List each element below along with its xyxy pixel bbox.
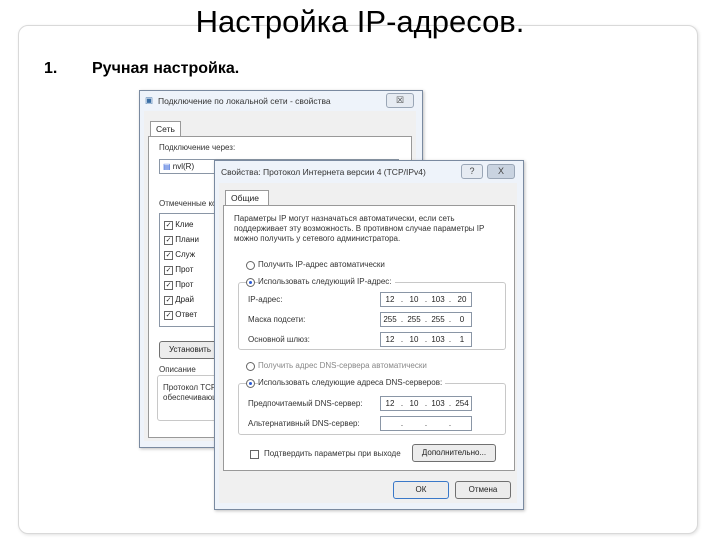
close-icon[interactable]: ☒ bbox=[386, 93, 414, 108]
tab-panel: Параметры IP могут назначаться автоматич… bbox=[223, 205, 515, 471]
list-item[interactable]: ✓ Прот bbox=[164, 278, 193, 291]
validate-checkbox[interactable] bbox=[250, 450, 259, 459]
window-title: Подключение по локальной сети - свойства bbox=[158, 96, 331, 106]
ip-auto-radio[interactable] bbox=[246, 261, 255, 270]
dns-auto-radio[interactable] bbox=[246, 362, 255, 371]
ok-button[interactable]: ОК bbox=[393, 481, 449, 499]
close-icon[interactable]: X bbox=[487, 164, 515, 179]
ip-manual-radio[interactable] bbox=[246, 278, 255, 287]
gateway-label: Основной шлюз: bbox=[248, 335, 310, 344]
cancel-button[interactable]: Отмена bbox=[455, 481, 511, 499]
ip-address-label: IP-адрес: bbox=[248, 295, 283, 304]
list-number: 1. bbox=[44, 60, 58, 77]
ip-address-input[interactable]: 12. 10. 103. 20 bbox=[380, 292, 472, 307]
list-item[interactable]: ✓ Прот bbox=[164, 263, 193, 276]
dns-manual-radio[interactable] bbox=[246, 379, 255, 388]
window-body: Общие Параметры IP могут назначаться авт… bbox=[219, 183, 517, 503]
validate-label[interactable]: Подтвердить параметры при выходе bbox=[264, 449, 401, 458]
dns-preferred-input[interactable]: 12. 10. 103. 254 bbox=[380, 396, 472, 411]
window-icon: ▣ bbox=[145, 95, 154, 105]
list-item[interactable]: ✓ Служ bbox=[164, 248, 195, 261]
dns-alternate-input[interactable]: ... bbox=[380, 416, 472, 431]
description-label: Описание bbox=[159, 365, 196, 374]
checkbox[interactable]: ✓ bbox=[164, 281, 173, 290]
checkbox[interactable]: ✓ bbox=[164, 296, 173, 305]
dns-manual-label[interactable]: Использовать следующие адреса DNS-сервер… bbox=[258, 378, 446, 387]
ip-auto-label[interactable]: Получить IP-адрес автоматически bbox=[258, 260, 385, 269]
dns-auto-label[interactable]: Получить адрес DNS-сервера автоматически bbox=[258, 361, 427, 370]
checkbox[interactable]: ✓ bbox=[164, 236, 173, 245]
connect-using-label: Подключение через: bbox=[159, 143, 236, 152]
tab-network[interactable]: Сеть bbox=[150, 121, 181, 136]
install-button[interactable]: Установить bbox=[159, 341, 221, 359]
subnet-mask-input[interactable]: 255. 255. 255. 0 bbox=[380, 312, 472, 327]
slide-title: Настройка IP-адресов. bbox=[195, 4, 525, 39]
gateway-input[interactable]: 12. 10. 103. 1 bbox=[380, 332, 472, 347]
list-item[interactable]: ✓ Плани bbox=[164, 233, 199, 246]
list-item[interactable]: ✓ Драй bbox=[164, 293, 194, 306]
dns-preferred-label: Предпочитаемый DNS-сервер: bbox=[248, 399, 363, 408]
ipv4-properties-window: Свойства: Протокол Интернета версии 4 (T… bbox=[214, 160, 524, 510]
help-icon[interactable]: ? bbox=[461, 164, 483, 179]
checkbox[interactable]: ✓ bbox=[164, 311, 173, 320]
list-item-text: Ручная настройка. bbox=[92, 60, 240, 77]
list-item[interactable]: ✓ Ответ bbox=[164, 308, 197, 321]
tab-general[interactable]: Общие bbox=[225, 190, 269, 205]
window-title: Свойства: Протокол Интернета версии 4 (T… bbox=[221, 167, 426, 177]
checkbox[interactable]: ✓ bbox=[164, 251, 173, 260]
list-item[interactable]: ✓ Клие bbox=[164, 218, 193, 231]
intro-text: Параметры IP могут назначаться автоматич… bbox=[234, 214, 485, 243]
checkbox[interactable]: ✓ bbox=[164, 221, 173, 230]
advanced-button[interactable]: Дополнительно... bbox=[412, 444, 496, 462]
subnet-mask-label: Маска подсети: bbox=[248, 315, 306, 324]
adapter-name: nvl(R) bbox=[172, 162, 195, 171]
ip-manual-label[interactable]: Использовать следующий IP-адрес: bbox=[258, 277, 395, 286]
adapter-icon: ▤ bbox=[163, 162, 173, 171]
dns-alternate-label: Альтернативный DNS-сервер: bbox=[248, 419, 360, 428]
checkbox[interactable]: ✓ bbox=[164, 266, 173, 275]
